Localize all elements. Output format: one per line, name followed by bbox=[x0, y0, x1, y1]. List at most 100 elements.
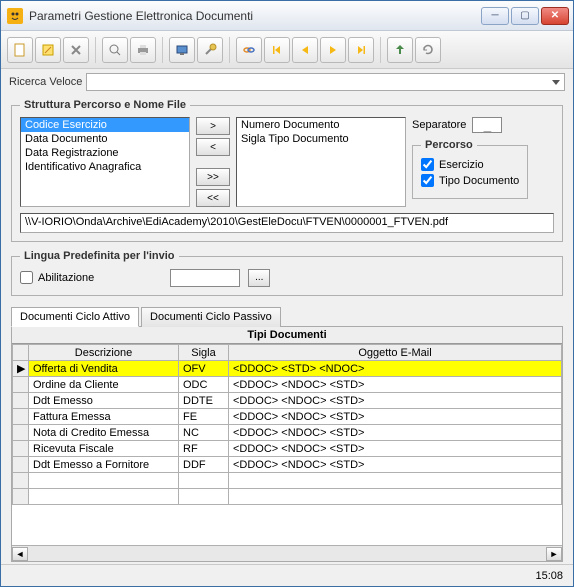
minimize-button[interactable]: ─ bbox=[481, 7, 509, 25]
quick-search-field[interactable] bbox=[86, 73, 565, 91]
link-icon[interactable] bbox=[236, 37, 262, 63]
cell-sigla[interactable]: NC bbox=[179, 425, 229, 441]
print-icon[interactable] bbox=[130, 37, 156, 63]
tools-icon[interactable] bbox=[197, 37, 223, 63]
app-window: Parametri Gestione Elettronica Documenti… bbox=[0, 0, 574, 587]
screen-icon[interactable] bbox=[169, 37, 195, 63]
chk-esercizio-box[interactable] bbox=[421, 158, 434, 171]
close-button[interactable]: ✕ bbox=[541, 7, 569, 25]
tab-attivo[interactable]: Documenti Ciclo Attivo bbox=[11, 307, 139, 327]
table-row[interactable]: ▶Offerta di VenditaOFV<DDOC> <STD> <NDOC… bbox=[13, 361, 562, 377]
row-marker bbox=[13, 393, 29, 409]
list-item[interactable]: Sigla Tipo Documento bbox=[237, 132, 405, 146]
separator-field[interactable] bbox=[472, 117, 502, 133]
table-row[interactable]: Nota di Credito EmessaNC<DDOC> <NDOC> <S… bbox=[13, 425, 562, 441]
cell-sigla[interactable]: OFV bbox=[179, 361, 229, 377]
language-field[interactable] bbox=[170, 269, 240, 287]
chk-tipodoc[interactable]: Tipo Documento bbox=[421, 174, 519, 187]
cell-sigla[interactable]: DDF bbox=[179, 457, 229, 473]
cell-sigla[interactable]: FE bbox=[179, 409, 229, 425]
window-title: Parametri Gestione Elettronica Documenti bbox=[29, 9, 481, 23]
chk-tipodoc-box[interactable] bbox=[421, 174, 434, 187]
cell-desc[interactable]: Offerta di Vendita bbox=[29, 361, 179, 377]
table-row[interactable]: Ddt EmessoDDTE<DDOC> <NDOC> <STD> bbox=[13, 393, 562, 409]
col-marker bbox=[13, 345, 29, 361]
col-sigla[interactable]: Sigla bbox=[179, 345, 229, 361]
quick-search: Ricerca Veloce bbox=[1, 69, 573, 95]
cell-desc[interactable]: Nota di Credito Emessa bbox=[29, 425, 179, 441]
cell-ogg[interactable]: <DDOC> <NDOC> <STD> bbox=[229, 377, 562, 393]
cell-sigla[interactable]: RF bbox=[179, 441, 229, 457]
separator-label: Separatore bbox=[412, 119, 466, 131]
cell-sigla[interactable]: DDTE bbox=[179, 393, 229, 409]
next-icon[interactable] bbox=[320, 37, 346, 63]
last-icon[interactable] bbox=[348, 37, 374, 63]
new-icon[interactable] bbox=[7, 37, 33, 63]
scroll-right-icon[interactable]: ► bbox=[546, 547, 562, 561]
add-all-button[interactable]: >> bbox=[196, 168, 230, 186]
remove-all-button[interactable]: << bbox=[196, 189, 230, 207]
edit-icon[interactable] bbox=[35, 37, 61, 63]
cell-ogg[interactable]: <DDOC> <NDOC> <STD> bbox=[229, 441, 562, 457]
remove-button[interactable]: < bbox=[196, 138, 230, 156]
list-item[interactable]: Data Registrazione bbox=[21, 146, 189, 160]
table-row[interactable]: Fattura EmessaFE<DDOC> <NDOC> <STD> bbox=[13, 409, 562, 425]
table-row bbox=[13, 473, 562, 489]
chk-esercizio[interactable]: Esercizio bbox=[421, 158, 519, 171]
zoom-icon[interactable] bbox=[102, 37, 128, 63]
grid[interactable]: Descrizione Sigla Oggetto E-Mail ▶Offert… bbox=[12, 344, 562, 505]
cell-ogg[interactable]: <DDOC> <NDOC> <STD> bbox=[229, 409, 562, 425]
chk-abilitazione-box[interactable] bbox=[20, 271, 33, 284]
list-item[interactable]: Data Documento bbox=[21, 132, 189, 146]
language-legend: Lingua Predefinita per l'invio bbox=[20, 250, 179, 262]
tab-sheet: Tipi Documenti Descrizione Sigla Oggetto… bbox=[11, 326, 563, 562]
chk-abilitazione[interactable]: Abilitazione bbox=[20, 271, 94, 284]
scroll-left-icon[interactable]: ◄ bbox=[12, 547, 28, 561]
list-item[interactable]: Identificativo Anagrafica bbox=[21, 160, 189, 174]
cell-ogg[interactable]: <DDOC> <STD> <NDOC> bbox=[229, 361, 562, 377]
add-button[interactable]: > bbox=[196, 117, 230, 135]
cell-sigla[interactable]: ODC bbox=[179, 377, 229, 393]
path-preview: \\V-IORIO\Onda\Archive\EdiAcademy\2010\G… bbox=[20, 213, 554, 233]
table-row[interactable]: Ricevuta FiscaleRF<DDOC> <NDOC> <STD> bbox=[13, 441, 562, 457]
prev-icon[interactable] bbox=[292, 37, 318, 63]
structure-legend: Struttura Percorso e Nome File bbox=[20, 99, 190, 111]
list-item[interactable]: Codice Esercizio bbox=[21, 118, 189, 132]
quick-search-label: Ricerca Veloce bbox=[9, 76, 82, 88]
cell-ogg[interactable]: <DDOC> <NDOC> <STD> bbox=[229, 393, 562, 409]
tab-passivo[interactable]: Documenti Ciclo Passivo bbox=[141, 307, 281, 327]
save-icon[interactable] bbox=[387, 37, 413, 63]
first-icon[interactable] bbox=[264, 37, 290, 63]
chevron-down-icon[interactable] bbox=[552, 80, 560, 85]
maximize-button[interactable]: ▢ bbox=[511, 7, 539, 25]
delete-icon[interactable] bbox=[63, 37, 89, 63]
row-marker: ▶ bbox=[13, 361, 29, 377]
col-desc[interactable]: Descrizione bbox=[29, 345, 179, 361]
cell-ogg[interactable]: <DDOC> <NDOC> <STD> bbox=[229, 425, 562, 441]
row-marker bbox=[13, 377, 29, 393]
selected-list[interactable]: Numero Documento Sigla Tipo Documento bbox=[236, 117, 406, 207]
row-marker bbox=[13, 457, 29, 473]
cell-desc[interactable]: Ordine da Cliente bbox=[29, 377, 179, 393]
list-item[interactable]: Numero Documento bbox=[237, 118, 405, 132]
status-time: 15:08 bbox=[535, 570, 563, 582]
cell-desc[interactable]: Ricevuta Fiscale bbox=[29, 441, 179, 457]
row-marker bbox=[13, 425, 29, 441]
table-row[interactable]: Ddt Emesso a FornitoreDDF<DDOC> <NDOC> <… bbox=[13, 457, 562, 473]
cell-desc[interactable]: Ddt Emesso a Fornitore bbox=[29, 457, 179, 473]
available-list[interactable]: Codice Esercizio Data Documento Data Reg… bbox=[20, 117, 190, 207]
status-bar: 15:08 bbox=[1, 564, 573, 586]
refresh-icon[interactable] bbox=[415, 37, 441, 63]
cell-ogg[interactable]: <DDOC> <NDOC> <STD> bbox=[229, 457, 562, 473]
table-row[interactable]: Ordine da ClienteODC<DDOC> <NDOC> <STD> bbox=[13, 377, 562, 393]
row-marker bbox=[13, 409, 29, 425]
grid-title: Tipi Documenti bbox=[12, 327, 562, 344]
cell-desc[interactable]: Fattura Emessa bbox=[29, 409, 179, 425]
browse-button[interactable]: ... bbox=[248, 269, 270, 287]
tabs: Documenti Ciclo Attivo Documenti Ciclo P… bbox=[11, 306, 563, 326]
col-ogg[interactable]: Oggetto E-Mail bbox=[229, 345, 562, 361]
cell-desc[interactable]: Ddt Emesso bbox=[29, 393, 179, 409]
content: Struttura Percorso e Nome File Codice Es… bbox=[1, 95, 573, 564]
toolbar bbox=[1, 31, 573, 69]
h-scrollbar[interactable]: ◄ ► bbox=[12, 545, 562, 561]
